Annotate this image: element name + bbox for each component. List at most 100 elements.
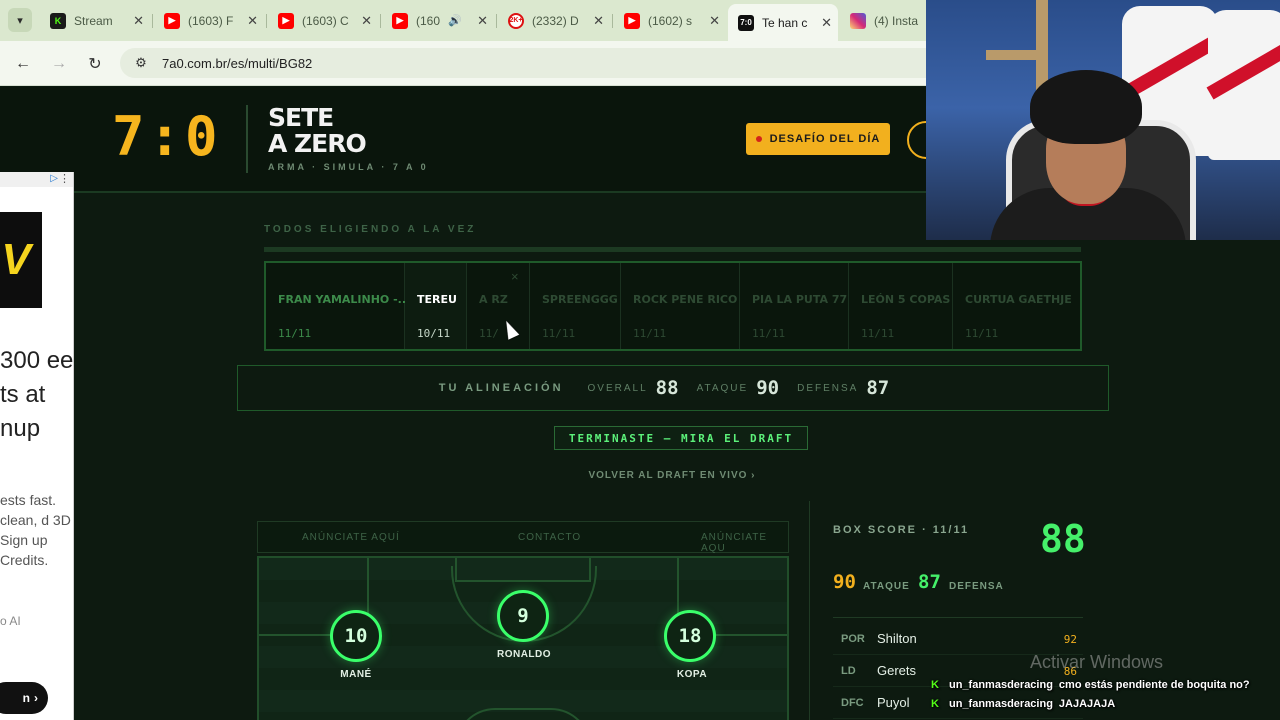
tab-separator [266, 14, 267, 28]
draft-player-name: PIA LA PUTA 77 [752, 293, 848, 306]
back-to-live-draft-link[interactable]: VOLVER AL DRAFT EN VIVO › [560, 470, 784, 481]
draft-player-count: 11/11 [965, 327, 999, 340]
tab-youtube-4[interactable]: ▶ (1602) s ✕ [614, 6, 726, 35]
chat-username: un_fanmasderacing [949, 679, 1053, 691]
roster-position: LD [841, 665, 856, 677]
draft-player-name: TEREU [417, 293, 457, 306]
tab-2k[interactable]: 2K+ (2332) D ✕ [498, 6, 610, 35]
view-draft-button[interactable]: TERMINASTE — MIRA EL DRAFT [554, 426, 808, 450]
logo-divider [246, 105, 248, 173]
draft-section-label: TODOS ELIGIENDO A LA VEZ [264, 224, 477, 235]
ad-headline: 300 ee ts at nup [0, 347, 74, 442]
contact-link[interactable]: CONTACTO [518, 532, 581, 543]
close-icon[interactable]: ✕ [477, 13, 488, 29]
box-score-separator [833, 617, 1083, 618]
kick-badge-icon: K [931, 698, 939, 710]
address-bar[interactable]: ⚙ 7a0.com.br/es/multi/BG82 [120, 48, 940, 78]
roster-row[interactable]: POR Shilton 92 [833, 625, 1083, 655]
close-icon[interactable]: ✕ [593, 13, 604, 29]
tab-active-7a0[interactable]: 7:0 Te han c ✕ [728, 4, 838, 41]
draft-player-cell[interactable]: PIA LA PUTA 77 11/11 [740, 263, 849, 349]
draft-player-cell[interactable]: TEREU 10/11 [405, 263, 467, 349]
draft-player-name: SPREENGGG [542, 293, 618, 306]
chat-text: JAJAJAJA [1058, 698, 1116, 710]
close-icon[interactable]: ✕ [821, 15, 832, 31]
attack-value: 90 [756, 377, 780, 399]
youtube-icon: ▶ [278, 12, 294, 29]
chat-message: Kun_fanmasderacing cmo estás pendiente de… [931, 679, 1250, 691]
speaker-icon[interactable]: 🔊 [448, 14, 462, 27]
tab-instagram[interactable]: (4) Insta [840, 6, 926, 35]
logo-title-line2: A ZERO [268, 129, 367, 158]
logo-title[interactable]: SETE A ZERO [268, 105, 388, 157]
draft-players-strip: FRAN YAMALINHO -... 11/11 TEREU 10/11 A … [264, 261, 1082, 351]
close-icon[interactable]: ✕ [133, 13, 144, 29]
box-score-title: BOX SCORE · 11/11 [833, 524, 970, 536]
player-token[interactable]: 9 [497, 590, 549, 642]
draft-player-count: 11/ [479, 327, 499, 340]
side-ad[interactable]: ▷ ⋮ V 300 ee ts at nup ests fast. clean,… [0, 172, 74, 720]
player-token[interactable]: 18 [664, 610, 716, 662]
url-text[interactable]: 7a0.com.br/es/multi/BG82 [162, 56, 312, 71]
ad-topbar: ▷ ⋮ [0, 172, 73, 187]
player-token[interactable]: 10 [330, 610, 382, 662]
defense-label: DEFENSA [797, 382, 859, 394]
draft-player-cell[interactable]: SPREENGGG 11/11 [530, 263, 621, 349]
draft-player-count: 11/11 [752, 327, 786, 340]
tab-search-dropdown-icon[interactable]: ▾ [8, 8, 32, 32]
back-arrow-icon[interactable]: ← [10, 51, 36, 77]
draft-player-count: 11/11 [542, 327, 576, 340]
webcam-overlay [926, 0, 1280, 240]
player-name: MANÉ [340, 669, 372, 680]
tab-stream[interactable]: K Stream ✕ [40, 6, 150, 35]
reload-icon[interactable]: ↻ [82, 51, 108, 77]
tab-title: (4) Insta [874, 13, 919, 28]
roster-name: Gerets [877, 663, 917, 678]
tab-title: (160 [416, 13, 441, 28]
forward-arrow-icon[interactable]: → [46, 51, 72, 77]
close-icon[interactable]: × [511, 269, 519, 284]
draft-player-cell[interactable]: LEÓN 5 COPAS 11/11 [849, 263, 953, 349]
close-icon[interactable]: ✕ [361, 13, 372, 29]
draft-player-count: 10/11 [417, 327, 451, 340]
box-score-attack-label: ATAQUE [863, 581, 910, 592]
ad-cta-button[interactable]: n › [0, 682, 48, 714]
youtube-icon: ▶ [624, 12, 640, 29]
box-score-overall: 88 [1040, 517, 1086, 561]
attack-label: ATAQUE [696, 382, 749, 394]
roster-name: Shilton [877, 631, 917, 646]
draft-player-count: 11/11 [861, 327, 895, 340]
close-icon[interactable]: ✕ [247, 13, 258, 29]
adchoices-icon[interactable]: ▷ [50, 173, 58, 184]
overall-label: OVERALL [587, 382, 648, 394]
tab-youtube-2[interactable]: ▶ (1603) C ✕ [268, 6, 378, 35]
tab-youtube-1[interactable]: ▶ (1603) F ✕ [154, 6, 264, 35]
chat-text: cmo estás pendiente de boquita no? [1058, 679, 1250, 691]
box-score-defense-label: DEFENSA [949, 581, 1004, 592]
chat-username: un_fanmasderacing [949, 698, 1053, 710]
site-info-icon[interactable]: ⚙ [126, 55, 156, 71]
draft-player-cell[interactable]: A RZ 11/ [467, 263, 530, 349]
draft-player-cell[interactable]: FRAN YAMALINHO -... 11/11 [266, 263, 410, 349]
box-score-attack-value: 90 [833, 571, 856, 593]
lineup-summary: TU ALINEACIÓN OVERALL 88 ATAQUE 90 DEFEN… [237, 365, 1109, 411]
player-name: RONALDO [496, 649, 552, 660]
advertise-link[interactable]: ANÚNCIATE AQUÍ [302, 532, 400, 543]
draft-player-name: FRAN YAMALINHO -... [278, 293, 411, 306]
tab-youtube-3[interactable]: ▶ (160 🔊 ✕ [382, 6, 494, 35]
box-score-defense-value: 87 [918, 571, 941, 593]
advertise-link[interactable]: ANÚNCIATE AQU [701, 532, 788, 554]
draft-player-cell[interactable]: CURTUA GAETHJE 11/11 [953, 263, 1080, 349]
close-icon[interactable]: ✕ [709, 13, 720, 29]
ad-menu-icon[interactable]: ⋮ [59, 172, 70, 185]
draft-player-name: LEÓN 5 COPAS [861, 293, 951, 306]
overall-value: 88 [655, 377, 679, 399]
windows-activation-watermark: Activar Windows [1030, 652, 1164, 672]
roster-position: DFC [841, 697, 864, 709]
2k-icon: 2K+ [508, 12, 524, 29]
logo-score[interactable]: 7:0 [112, 105, 222, 168]
box-score-divider [809, 501, 810, 720]
instagram-icon [850, 12, 866, 29]
daily-challenge-button[interactable]: DESAFÍO DEL DÍA [746, 123, 890, 155]
draft-player-cell[interactable]: ROCK PENE RICO 11/11 [621, 263, 740, 349]
